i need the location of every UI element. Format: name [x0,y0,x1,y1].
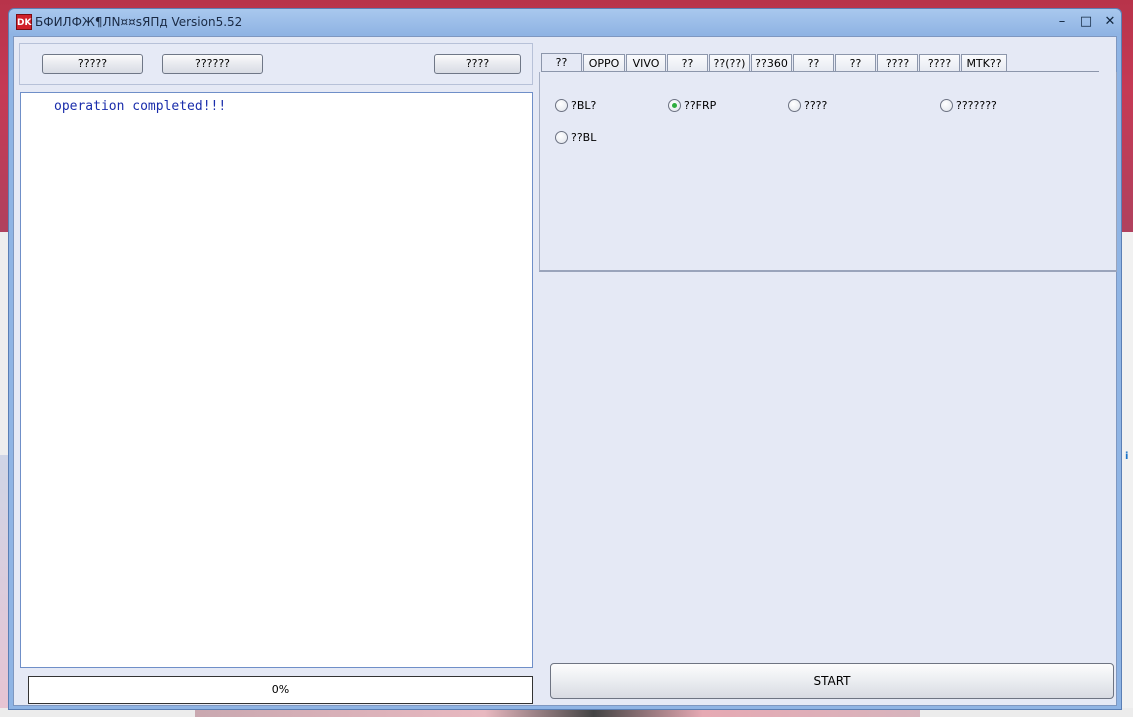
desktop-taskbar-strip [195,710,920,717]
radio-circle-icon [668,99,681,112]
tab-5[interactable]: ??(??) [709,54,750,72]
client-area: ????? ?????? ???? operation completed!!!… [13,36,1117,706]
tab-mtk[interactable]: MTK?? [961,54,1007,72]
option-label: ???? [804,99,828,112]
log-output[interactable]: operation completed!!! [20,92,533,668]
tab-10[interactable]: ???? [919,54,960,72]
start-button[interactable]: START [550,663,1114,699]
tab-1[interactable]: ?? [541,53,582,72]
close-button[interactable]: ✕ [1100,13,1120,31]
app-logo-icon: DK [16,14,32,30]
log-line: operation completed!!! [54,99,227,114]
tab-4[interactable]: ?? [667,54,708,72]
tab-panel: ?BL? ??FRP ???? ??????? ??BL [539,72,1117,272]
radio-circle-icon [555,131,568,144]
maximize-button[interactable]: □ [1076,13,1096,31]
option-radio-5[interactable]: ??BL [555,129,645,145]
tab-vivo[interactable]: VIVO [626,54,666,72]
toolbar-button-2[interactable]: ?????? [162,54,263,74]
toolbar-button-3[interactable]: ???? [434,54,521,74]
radio-circle-icon [940,99,953,112]
title-bar[interactable]: DK БФИЛФЖ¶ЛN¤¤sЯПд Version5.52 – □ ✕ [9,9,1121,35]
radio-circle-icon [555,99,568,112]
progress-bar: 0% [28,676,533,704]
info-icon: i [1125,451,1129,462]
option-radio-1[interactable]: ?BL? [555,97,645,113]
option-label: ??????? [956,99,997,112]
option-label: ??FRP [684,99,717,112]
option-label: ??BL [571,131,597,144]
toolbar-button-1[interactable]: ????? [42,54,143,74]
option-label: ?BL? [571,99,597,112]
tab-9[interactable]: ???? [877,54,918,72]
minimize-button[interactable]: – [1052,13,1072,31]
tab-6[interactable]: ??360 [751,54,792,72]
app-window: DK БФИЛФЖ¶ЛN¤¤sЯПд Version5.52 – □ ✕ ???… [8,8,1122,710]
toolbar-panel: ????? ?????? ???? [19,43,533,85]
desktop-background-right [1121,232,1133,717]
option-radio-3[interactable]: ???? [788,97,878,113]
progress-text: 0% [271,683,290,696]
option-radio-2[interactable]: ??FRP [668,97,758,113]
tab-7[interactable]: ?? [793,54,834,72]
tab-oppo[interactable]: OPPO [583,54,625,72]
radio-circle-icon [788,99,801,112]
tab-8[interactable]: ?? [835,54,876,72]
window-title: БФИЛФЖ¶ЛN¤¤sЯПд Version5.52 [35,15,243,29]
option-radio-4[interactable]: ??????? [940,97,1040,113]
